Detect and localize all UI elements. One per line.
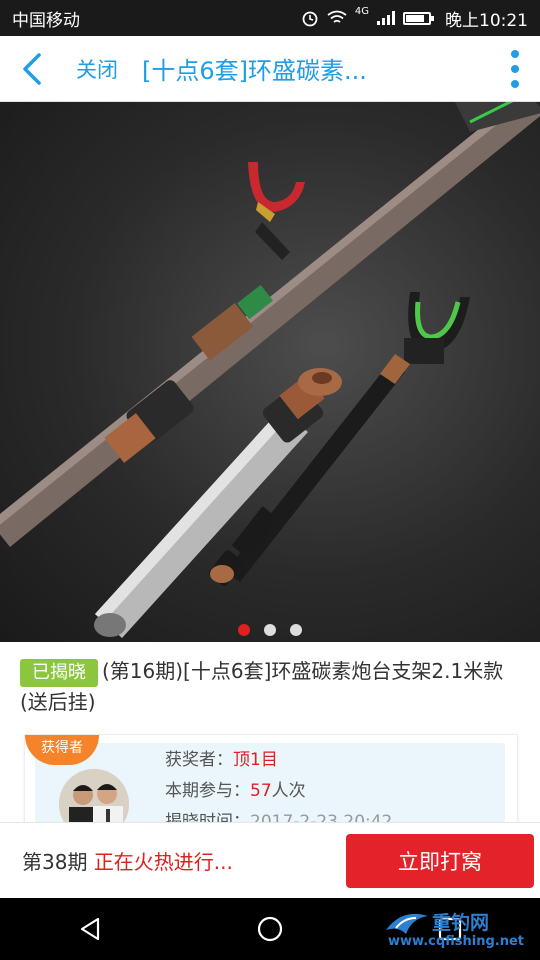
chevron-left-icon	[23, 52, 41, 85]
status-icons: 4G 晚上10:21	[301, 6, 528, 31]
home-circle-icon[interactable]	[256, 915, 284, 943]
participation-label: 本期参与：	[165, 781, 250, 801]
carousel-indicator[interactable]	[0, 624, 540, 636]
carousel-dot[interactable]	[290, 624, 302, 636]
close-button[interactable]: 关闭	[76, 54, 118, 84]
winner-info: 获奖者：顶1目 本期参与：57人次 揭晓时间：2017-2-23 20:42	[165, 745, 392, 833]
status-bar: 中国移动 4G 晚上10:21	[0, 0, 540, 36]
product-title-block: 已揭晓 (第16期)[十点6套]环盛碳素炮台支架2.1米款(送后挂)	[20, 656, 525, 717]
dot-icon	[511, 64, 519, 73]
product-image-carousel[interactable]	[0, 102, 540, 642]
site-watermark: 重钓网 www.cqfishing.net	[382, 908, 532, 956]
participation-row: 本期参与：57人次	[165, 776, 392, 807]
period-status: 正在火热进行...	[93, 850, 233, 874]
alarm-icon	[302, 11, 318, 27]
participation-unit: 人次	[271, 781, 306, 801]
battery-icon	[403, 11, 434, 25]
winner-row: 获奖者：顶1目	[165, 745, 392, 776]
dot-icon	[511, 49, 519, 58]
carrier-name: 中国移动	[12, 10, 80, 31]
dot-icon	[511, 79, 519, 88]
signal-icon	[377, 11, 395, 25]
participation-count: 57	[250, 781, 272, 801]
status-badge: 已揭晓	[20, 659, 98, 687]
winner-name[interactable]: 顶1目	[233, 750, 278, 770]
watermark-url: www.cqfishing.net	[388, 934, 525, 949]
clock: 晚上10:21	[445, 10, 528, 31]
product-photo	[0, 102, 540, 638]
current-period[interactable]: 第38期 正在火热进行...	[22, 846, 233, 875]
watermark-name: 重钓网	[432, 912, 490, 934]
wifi-icon	[327, 10, 347, 23]
page-title: [十点6套]环盛碳素...	[142, 57, 367, 85]
join-now-button[interactable]: 立即打窝	[346, 834, 534, 888]
winner-card: 获得者 获奖者：顶1目 本期参与：57人次 揭晓时间：2017-2-23 20:…	[24, 734, 518, 834]
winner-label: 获奖者：	[165, 750, 233, 770]
back-triangle-icon[interactable]	[76, 915, 104, 943]
bottom-action-bar: 第38期 正在火热进行... 立即打窝	[0, 822, 540, 898]
more-menu-button[interactable]	[490, 36, 540, 102]
carousel-dot[interactable]	[238, 624, 250, 636]
back-button[interactable]	[0, 36, 64, 102]
nav-bar: 关闭 [十点6套]环盛碳素...	[0, 36, 540, 102]
network-type: 4G	[354, 5, 369, 17]
period-number: 第38期	[22, 850, 88, 874]
carousel-dot[interactable]	[264, 624, 276, 636]
